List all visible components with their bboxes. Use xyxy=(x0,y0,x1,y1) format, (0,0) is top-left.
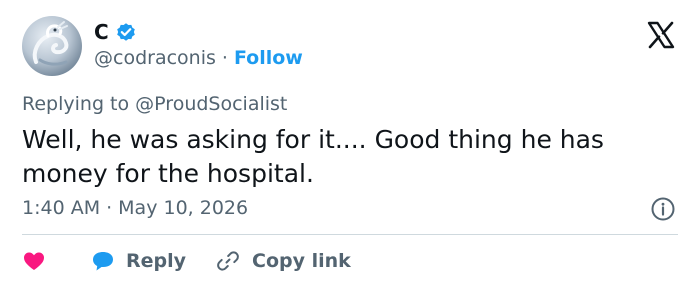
action-bar: Reply Copy link xyxy=(22,246,351,276)
verified-badge-icon xyxy=(116,23,135,41)
tweet-date[interactable]: May 10, 2026 xyxy=(118,197,248,219)
info-icon[interactable] xyxy=(650,196,676,222)
reply-button[interactable]: Reply xyxy=(90,249,216,273)
reply-label: Reply xyxy=(126,250,187,272)
copy-link-button[interactable]: Copy link xyxy=(216,249,351,273)
replying-to-prefix: Replying to xyxy=(22,93,130,115)
author-handle[interactable]: @codraconis xyxy=(94,47,216,69)
copy-link-label: Copy link xyxy=(252,250,351,272)
dragon-avatar-icon xyxy=(32,21,69,66)
tweet-meta: 1:40 AM · May 10, 2026 xyxy=(22,197,248,219)
link-icon xyxy=(217,251,239,271)
x-logo-icon[interactable] xyxy=(646,20,676,50)
heart-icon[interactable] xyxy=(22,249,46,273)
replying-to-line: Replying to @ProudSocialist xyxy=(22,93,287,115)
replying-to-mention[interactable]: @ProudSocialist xyxy=(135,93,287,115)
separator-dot: · xyxy=(221,47,228,69)
separator-dot: · xyxy=(106,197,113,219)
author-display-name[interactable]: C xyxy=(94,20,109,44)
reply-bubble-icon xyxy=(93,252,113,271)
avatar[interactable] xyxy=(22,16,82,76)
author-handle-row: @codraconis · Follow xyxy=(94,47,303,69)
tweet-text: Well, he was asking for it.... Good thin… xyxy=(22,125,604,188)
tweet-embed-card: C @codraconis · Follow Replying to @Prou… xyxy=(0,0,700,287)
author-name-row: C xyxy=(94,18,137,46)
follow-button[interactable]: Follow xyxy=(234,47,303,69)
divider xyxy=(22,234,678,235)
tweet-time[interactable]: 1:40 AM xyxy=(22,197,100,219)
